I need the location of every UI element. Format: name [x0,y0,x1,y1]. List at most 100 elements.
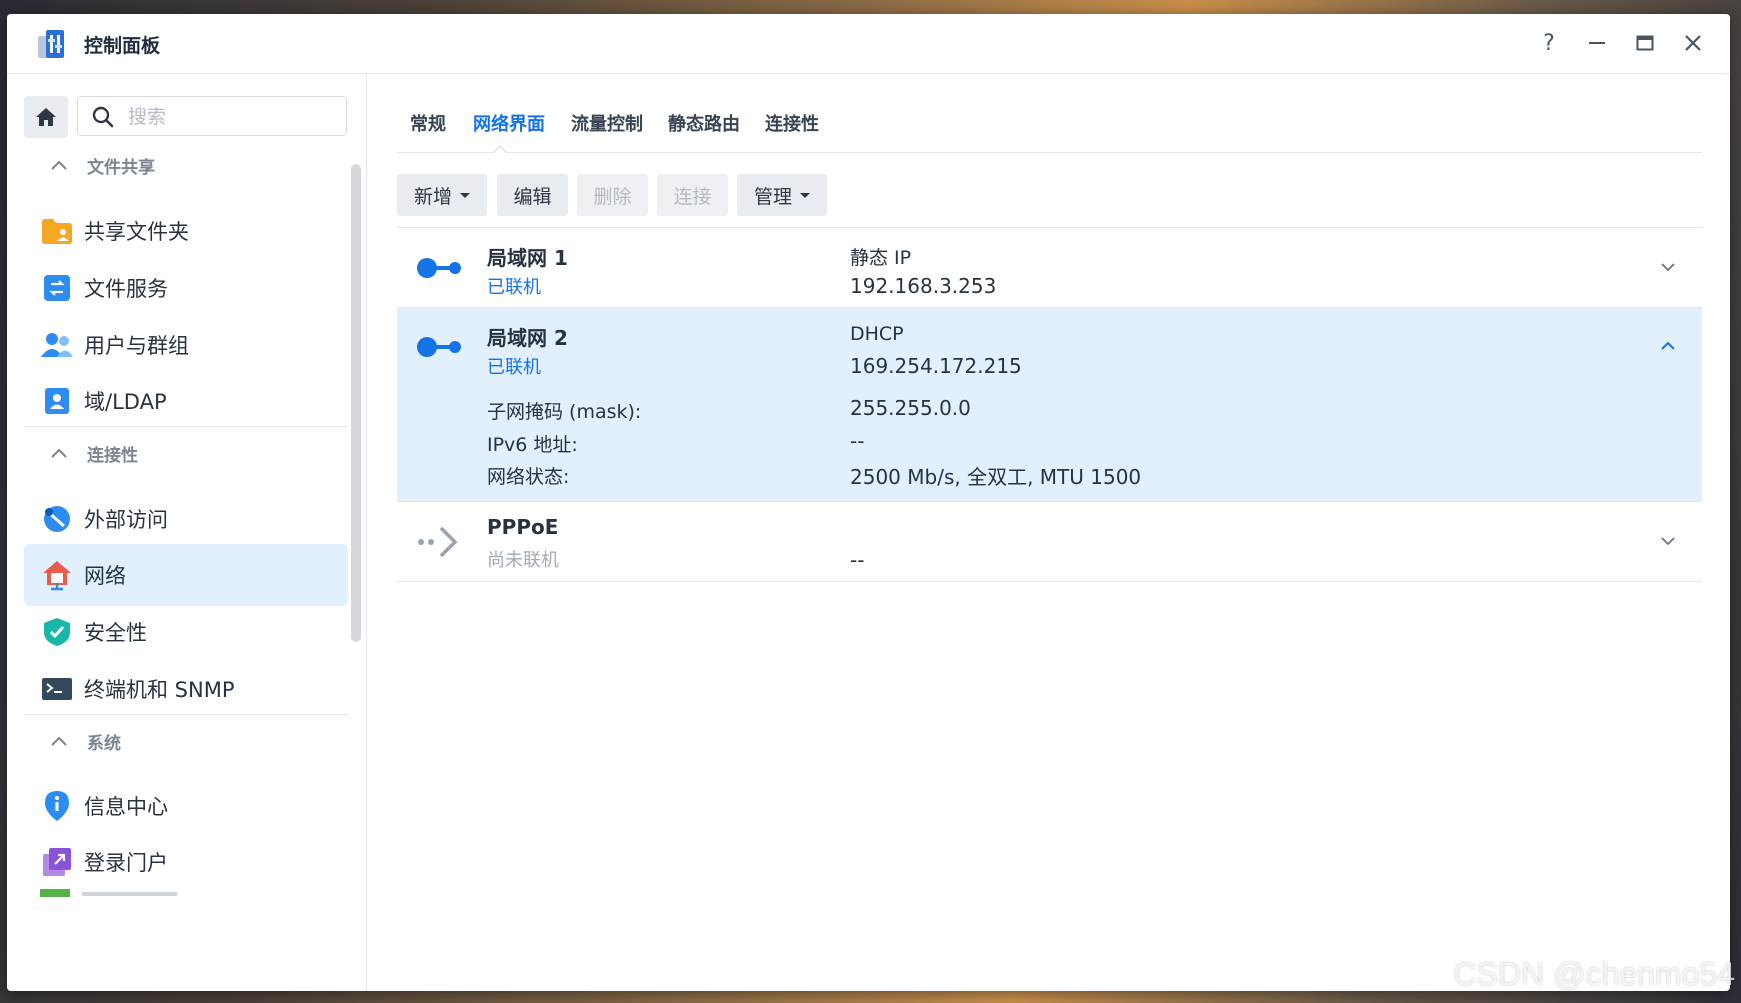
interface-row-lan1[interactable]: 局域网 1 已联机 静态 IP 192.168.3.253 [397,228,1702,308]
sidebar-item-label: 用户与群组 [84,334,189,358]
minimize-icon[interactable] [1582,28,1612,58]
partial-item-icon [40,889,70,897]
tab-network-interface[interactable]: 网络界面 [473,110,545,136]
security-shield-icon [40,615,74,649]
ldap-icon [40,384,74,418]
detail-value-network-status: 2500 Mb/s, 全双工, MTU 1500 [850,465,1142,489]
pppoe-disconnected-icon [418,526,458,558]
home-icon [36,108,56,126]
interface-list: 局域网 1 已联机 静态 IP 192.168.3.253 局域网 2 已联机 … [397,227,1702,582]
chevron-down-icon[interactable] [1660,262,1676,272]
add-label: 新增 [413,185,452,208]
file-services-icon [40,271,74,305]
help-icon[interactable]: ? [1534,28,1564,58]
add-dropdown-button[interactable]: 新增 [397,174,487,216]
chevron-down-icon[interactable] [1660,536,1676,546]
group-label: 系统 [87,733,121,754]
sidebar-item-login-portal[interactable]: 登录门户 [24,831,348,893]
interface-row-lan2[interactable]: 局域网 2 已联机 DHCP 169.254.172.215 子网掩码 (mas… [397,308,1702,502]
connect-button[interactable]: 连接 [657,174,728,216]
login-portal-icon [40,845,74,879]
chevron-up-icon[interactable] [1660,341,1676,351]
connected-interface-icon [417,337,461,357]
interface-ip: 192.168.3.253 [850,274,997,298]
sidebar-item-users-groups[interactable]: 用户与群组 [24,314,348,376]
chevron-up-icon [51,736,67,746]
interface-name: PPPoE [487,515,559,539]
main-panel: 常规 网络界面 流量控制 静态路由 连接性 新增 编辑 删除 连接 管理 局域网… [367,74,1730,991]
edit-label: 编辑 [513,185,552,208]
edit-button[interactable]: 编辑 [497,174,568,216]
sidebar-item-label: 登录门户 [84,851,168,875]
sidebar-scrollbar[interactable] [351,164,361,642]
connected-interface-icon [417,258,461,278]
interface-row-pppoe[interactable]: PPPoE 尚未联机 -- [397,502,1702,582]
maximize-icon[interactable] [1630,28,1660,58]
sidebar-item-network[interactable]: 网络 [24,544,348,606]
caret-down-icon [800,192,810,198]
detail-label-network-status: 网络状态: [487,466,570,488]
terminal-icon [40,672,74,706]
group-header-system[interactable]: 系统 [49,726,121,756]
caret-down-icon [460,192,470,198]
connect-label: 连接 [673,185,712,208]
manage-label: 管理 [753,185,792,208]
sidebar-item-label: 终端机和 SNMP [84,678,235,702]
window-title: 控制面板 [84,35,161,57]
detail-label-subnet-mask: 子网掩码 (mask): [487,401,642,423]
sidebar-item-shared-folder[interactable]: 共享文件夹 [24,200,348,262]
sidebar-item-label: 文件服务 [84,277,168,301]
group-label: 文件共享 [87,157,155,178]
network-icon [40,558,74,592]
sidebar-item-terminal-snmp[interactable]: 终端机和 SNMP [24,658,348,720]
search-field[interactable] [77,96,347,136]
detail-value-ipv6: -- [850,429,865,453]
sidebar-item-label: 外部访问 [84,508,168,532]
sidebar-item-label: 共享文件夹 [84,220,189,244]
delete-button[interactable]: 删除 [577,174,648,216]
close-icon[interactable] [1678,28,1708,58]
sidebar-item-label: 信息中心 [84,795,168,819]
interface-name: 局域网 1 [487,246,568,270]
chevron-up-icon [51,160,67,170]
sidebar: 文件共享 共享文件夹 文件服务 用户与群组 域/LDAP [7,74,367,991]
manage-dropdown-button[interactable]: 管理 [737,174,827,216]
interface-status: 已联机 [487,357,541,378]
tab-general[interactable]: 常规 [410,110,446,136]
interface-ip: 169.254.172.215 [850,354,1022,378]
group-header-file-sharing[interactable]: 文件共享 [49,150,155,180]
interface-type: DHCP [850,323,904,345]
sidebar-item-label: 域/LDAP [84,390,167,414]
interface-status: 已联机 [487,277,541,298]
home-button[interactable] [24,96,68,138]
help-glyph: ? [1543,30,1555,56]
sidebar-item-label: 网络 [84,564,126,588]
interface-ip: -- [850,548,865,572]
sidebar-item-info-center[interactable]: 信息中心 [24,775,348,837]
search-icon [92,106,114,128]
sidebar-item-file-services[interactable]: 文件服务 [24,257,348,319]
control-panel-window: 控制面板 ? 文件共享 [7,14,1730,991]
title-bar: 控制面板 ? [7,14,1730,74]
search-input[interactable] [126,103,330,131]
folder-share-icon [40,214,74,248]
interface-name: 局域网 2 [487,326,568,350]
tab-static-route[interactable]: 静态路由 [668,110,740,136]
sidebar-item-domain-ldap[interactable]: 域/LDAP [24,370,348,432]
group-label: 连接性 [87,445,138,466]
sidebar-item-external-access[interactable]: 外部访问 [24,488,348,550]
detail-label-ipv6: IPv6 地址: [487,434,578,456]
delete-label: 删除 [593,185,632,208]
detail-value-subnet-mask: 255.255.0.0 [850,396,971,420]
sidebar-item-security[interactable]: 安全性 [24,601,348,663]
interface-status: 尚未联机 [487,550,559,571]
tab-traffic-control[interactable]: 流量控制 [571,110,643,136]
sidebar-item-label: 安全性 [84,621,147,645]
sidebar-divider [24,426,348,427]
tab-connectivity[interactable]: 连接性 [765,110,819,136]
chevron-up-icon [51,448,67,458]
external-access-icon [40,502,74,536]
group-header-connectivity[interactable]: 连接性 [49,438,138,468]
control-panel-app-icon [34,28,68,60]
info-center-icon [40,789,74,823]
